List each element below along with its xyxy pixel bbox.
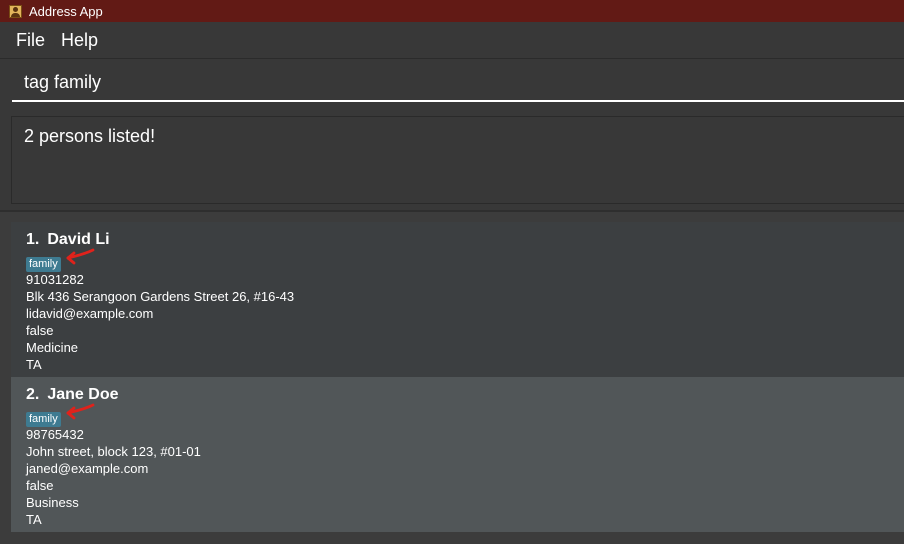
result-display: 2 persons listed! — [0, 108, 904, 210]
person-phone: 91031282 — [26, 272, 84, 287]
person-address: Blk 436 Serangoon Gardens Street 26, #16… — [26, 289, 295, 304]
person-list[interactable]: 1. David Li family 91031282 Blk 436 Sera… — [0, 210, 904, 544]
person-address: John street, block 123, #01-01 — [26, 444, 201, 459]
person-card[interactable]: 1. David Li family 91031282 Blk 436 Sera… — [11, 222, 904, 377]
tag-label: family — [26, 412, 61, 427]
red-arrow-icon — [66, 248, 95, 265]
tag-label: family — [26, 257, 61, 272]
command-input[interactable] — [12, 65, 904, 102]
person-index: 2. — [26, 386, 40, 403]
person-card-header: 2. Jane Doe — [26, 386, 904, 406]
person-email: janed@example.com — [26, 461, 149, 476]
person-card-header: 1. David Li — [26, 231, 904, 251]
person-card[interactable]: 2. Jane Doe family 98765432 John street,… — [11, 377, 904, 532]
person-role: TA — [26, 512, 42, 527]
person-faculty: Business — [26, 495, 79, 510]
person-role: TA — [26, 357, 42, 372]
person-email: lidavid@example.com — [26, 306, 154, 321]
result-message: 2 persons listed! — [11, 116, 904, 204]
title-bar: Address App — [0, 0, 904, 22]
address-book-icon — [9, 4, 22, 18]
red-arrow-icon — [66, 403, 95, 420]
command-box — [0, 59, 904, 108]
person-phone: 98765432 — [26, 427, 84, 442]
person-flag: false — [26, 478, 54, 493]
menu-help[interactable]: Help — [53, 30, 106, 51]
window-title: Address App — [29, 3, 103, 19]
person-index: 1. — [26, 231, 40, 248]
person-flag: false — [26, 323, 54, 338]
person-faculty: Medicine — [26, 340, 79, 355]
tag-row: family — [26, 248, 904, 272]
menu-bar: File Help — [0, 22, 904, 59]
tag-row: family — [26, 403, 904, 427]
menu-file[interactable]: File — [8, 30, 53, 51]
